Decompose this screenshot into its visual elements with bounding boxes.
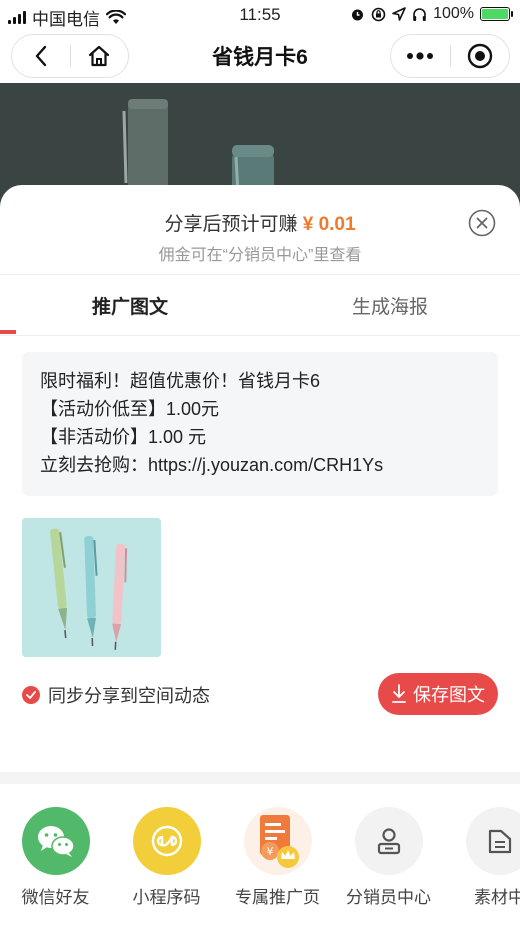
nav-capsule-right <box>390 34 510 78</box>
share-option-label: 分销员中心 <box>346 888 431 907</box>
share-option-label: 专属推广页 <box>235 888 320 907</box>
earn-amount: ¥ 0.01 <box>302 214 356 235</box>
nav-bar: 省钱月卡6 <box>0 28 520 83</box>
close-icon <box>468 209 496 237</box>
tab-indicator <box>0 330 16 334</box>
sync-share-toggle[interactable]: 同步分享到空间动态 <box>22 682 210 708</box>
share-miniprogram-code[interactable]: 小程序码 <box>111 807 222 908</box>
tab-poster[interactable]: 生成海报 <box>260 275 520 335</box>
save-image-text-button[interactable]: 保存图文 <box>378 673 498 715</box>
earn-subtitle: 佣金可在“分销员中心”里查看 <box>158 247 362 264</box>
save-button-label: 保存图文 <box>413 685 485 705</box>
share-promo-page[interactable]: ¥ 专属推广页 <box>222 807 333 908</box>
share-materials[interactable]: 素材中 <box>444 807 520 908</box>
orientation-lock-icon <box>371 7 386 21</box>
earn-prefix: 分享后预计可赚 <box>164 214 298 235</box>
share-option-label: 微信好友 <box>21 888 90 907</box>
sync-label: 同步分享到空间动态 <box>48 686 210 706</box>
product-thumbnail[interactable] <box>22 518 161 657</box>
copy-line: 立刻去抢购：https://j.youzan.com/CRH1Ys <box>40 455 384 475</box>
more-icon <box>407 52 434 60</box>
promo-copy-text[interactable]: 限时福利！超值优惠价！省钱月卡6 【活动价低至】1.00元 【非活动价】1.00… <box>22 352 498 496</box>
share-option-label: 素材中 <box>474 888 520 907</box>
share-option-label: 小程序码 <box>132 888 201 907</box>
materials-icon <box>465 807 520 875</box>
share-tabs: 推广图文 生成海报 <box>0 274 520 336</box>
more-button[interactable] <box>391 35 450 77</box>
tab-promo-text[interactable]: 推广图文 <box>0 275 260 335</box>
location-icon <box>392 7 406 21</box>
battery-percent: 100% <box>433 5 474 22</box>
download-icon <box>392 684 406 703</box>
battery-icon <box>480 7 513 21</box>
wechat-icon <box>21 807 90 875</box>
promo-page-icon: ¥ <box>243 807 312 875</box>
close-sheet-button[interactable] <box>468 209 496 237</box>
headphones-icon <box>413 7 426 21</box>
share-options: 微信好友 小程序码 ¥ 专属推广页 分销员中心 素材中 <box>0 807 520 908</box>
copy-line: 限时福利！超值优惠价！省钱月卡6 <box>40 371 321 391</box>
earn-estimate: 分享后预计可赚 ¥ 0.01 <box>0 209 520 236</box>
svg-text:¥: ¥ <box>266 845 273 858</box>
miniprogram-code-icon <box>132 807 201 875</box>
share-distributor-center[interactable]: 分销员中心 <box>333 807 444 908</box>
checkbox-checked-icon <box>22 686 40 704</box>
target-icon <box>467 43 492 69</box>
alarm-icon <box>352 9 364 20</box>
copy-line: 【非活动价】1.00 元 <box>40 427 207 447</box>
close-miniprogram-button[interactable] <box>451 35 510 77</box>
status-bar: 中国电信 11:55 100% <box>0 0 520 29</box>
copy-line: 【活动价低至】1.00元 <box>40 399 220 419</box>
share-wechat-friend[interactable]: 微信好友 <box>0 807 111 908</box>
share-sheet: 分享后预计可赚 ¥ 0.01 佣金可在“分销员中心”里查看 推广图文 生成海报 … <box>0 185 520 925</box>
distributor-center-icon <box>354 807 423 875</box>
section-divider <box>0 772 520 784</box>
